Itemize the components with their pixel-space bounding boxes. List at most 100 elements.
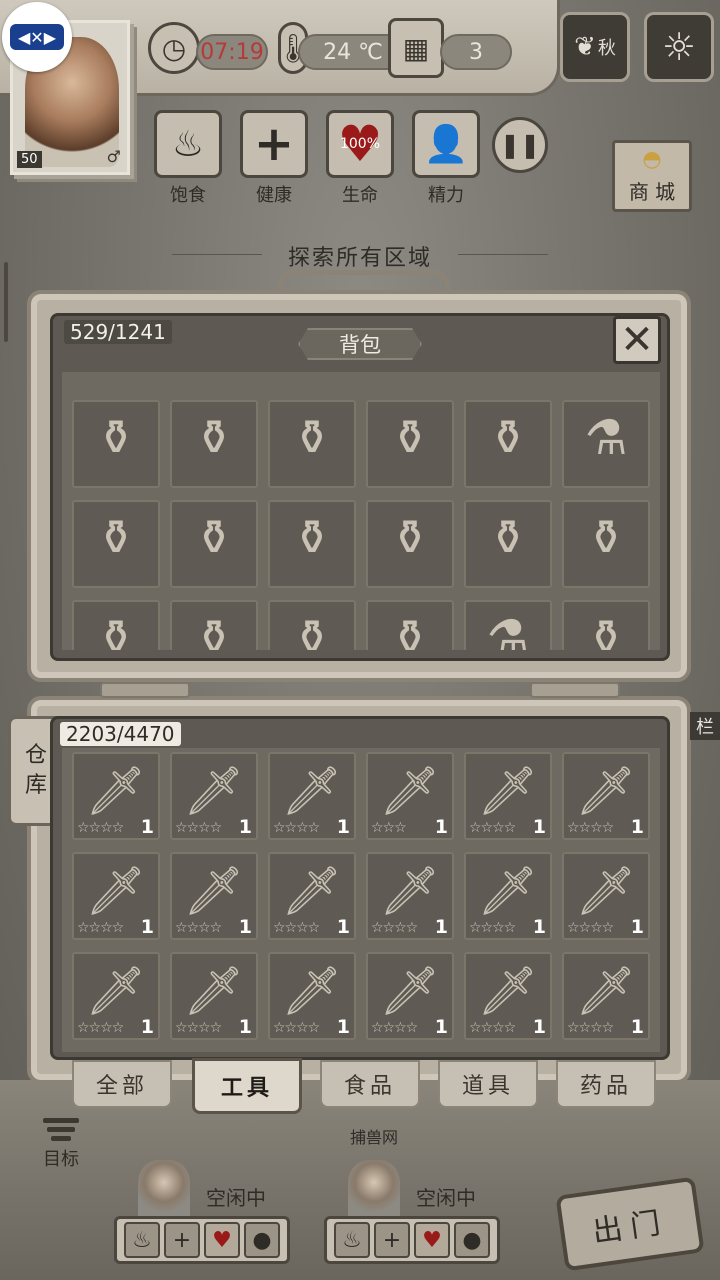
warehouse-slot[interactable]: 🗡 ☆☆☆☆ 1 bbox=[464, 752, 552, 840]
backpack-slot[interactable]: ⚱ bbox=[170, 400, 258, 488]
backpack-slot[interactable]: ⚱ bbox=[562, 600, 650, 650]
warehouse-slot[interactable]: 🗡 ☆☆☆☆ 1 bbox=[72, 952, 160, 1040]
knife-icon: 🗡 bbox=[575, 863, 637, 919]
tab-all[interactable]: 全部 bbox=[72, 1060, 172, 1108]
backpack-slot[interactable]: ⚱ bbox=[72, 400, 160, 488]
companion-stats: ♨ + ♥ ● bbox=[114, 1216, 290, 1264]
backpack-slot[interactable]: ⚱ bbox=[170, 500, 258, 588]
side-tab-label[interactable]: 栏 bbox=[690, 712, 720, 740]
knife-icon: 🗡 bbox=[183, 863, 245, 919]
backpack-slot[interactable]: ⚱ bbox=[72, 500, 160, 588]
flask-icon: ⚱ bbox=[487, 410, 529, 466]
backpack-slot[interactable]: ⚱ bbox=[268, 600, 356, 650]
flask-icon: ⚱ bbox=[193, 610, 235, 650]
backpack-slot[interactable]: ⚱ bbox=[366, 600, 454, 650]
warehouse-slot[interactable]: 🗡 ☆☆☆☆ 1 bbox=[366, 852, 454, 940]
trap-net-label[interactable]: 捕兽网 bbox=[350, 1124, 398, 1148]
heart-icon: ♥ bbox=[204, 1222, 240, 1258]
warehouse-slot[interactable]: 🗡 ☆☆☆☆ 1 bbox=[562, 852, 650, 940]
person-silhouette-icon: ● bbox=[244, 1222, 280, 1258]
energy-button[interactable]: 👤 bbox=[412, 110, 480, 178]
flask-icon: ⚱ bbox=[585, 610, 627, 650]
app-overlay-badge[interactable]: ◀✕▶ bbox=[2, 2, 72, 72]
satiety-label: 饱食 bbox=[170, 185, 206, 206]
quality-stars: ☆☆☆☆ bbox=[77, 1020, 124, 1036]
stomach-icon: ♨ bbox=[171, 123, 205, 165]
backpack-slot[interactable]: ⚱ bbox=[268, 400, 356, 488]
flask-icon: ⚱ bbox=[487, 510, 529, 566]
backpack-slot[interactable]: ⚗ bbox=[464, 600, 552, 650]
item-quantity: 1 bbox=[336, 1016, 350, 1038]
knife-icon: 🗡 bbox=[477, 863, 539, 919]
satiety-button[interactable]: ♨ bbox=[154, 110, 222, 178]
warehouse-slot[interactable]: 🗡 ☆☆☆☆ 1 bbox=[268, 952, 356, 1040]
warehouse-slot[interactable]: 🗡 ☆☆☆☆ 1 bbox=[366, 952, 454, 1040]
season-button[interactable]: ❦ 秋 bbox=[560, 12, 630, 82]
plus-icon: + bbox=[164, 1222, 200, 1258]
shop-label: 商 城 bbox=[628, 180, 676, 204]
backpack-slot[interactable]: ⚗ bbox=[562, 400, 650, 488]
health-label: 健康 bbox=[256, 185, 292, 206]
backpack-slot[interactable]: ⚱ bbox=[464, 500, 552, 588]
knife-icon: 🗡 bbox=[183, 763, 245, 819]
warehouse-slot[interactable]: 🗡 ☆☆☆☆ 1 bbox=[268, 852, 356, 940]
flask-icon: ⚱ bbox=[95, 610, 137, 650]
warehouse-slot[interactable]: 🗡 ☆☆☆☆ 1 bbox=[170, 852, 258, 940]
warehouse-slot[interactable]: 🗡 ☆☆☆☆ 1 bbox=[72, 852, 160, 940]
warehouse-slot[interactable]: 🗡 ☆☆☆☆ 1 bbox=[464, 852, 552, 940]
backpack-slot[interactable]: ⚱ bbox=[170, 600, 258, 650]
warehouse-slot[interactable]: 🗡 ☆☆☆☆ 1 bbox=[464, 952, 552, 1040]
quality-stars: ☆☆☆☆ bbox=[469, 820, 516, 836]
goal-button[interactable]: 目标 bbox=[36, 1118, 86, 1171]
backpack-slot[interactable]: ⚱ bbox=[464, 400, 552, 488]
companion-card[interactable]: 空闲中 ♨ + ♥ ● bbox=[114, 1160, 290, 1264]
quality-stars: ☆☆☆☆ bbox=[371, 920, 418, 936]
settings-button[interactable]: ☼ bbox=[644, 12, 714, 82]
warehouse-slot[interactable]: 🗡 ☆☆☆☆ 1 bbox=[170, 952, 258, 1040]
item-quantity: 1 bbox=[238, 1016, 252, 1038]
backpack-slot[interactable]: ⚱ bbox=[562, 500, 650, 588]
backpack-slot[interactable]: ⚱ bbox=[72, 600, 160, 650]
companion-status: 空闲中 bbox=[206, 1186, 266, 1210]
knife-icon: 🗡 bbox=[575, 763, 637, 819]
tab-tools[interactable]: 工具 bbox=[192, 1058, 302, 1114]
health-button[interactable]: + bbox=[240, 110, 308, 178]
pause-button[interactable]: ❚❚ bbox=[492, 117, 548, 173]
companion-card[interactable]: 空闲中 ♨ + ♥ ● bbox=[324, 1160, 500, 1264]
knife-icon: 🗡 bbox=[281, 963, 343, 1019]
item-quantity: 1 bbox=[336, 816, 350, 838]
tab-props[interactable]: 道具 bbox=[438, 1060, 538, 1108]
flask-icon: ⚱ bbox=[95, 410, 137, 466]
knife-icon: 🗡 bbox=[575, 963, 637, 1019]
warehouse-slot[interactable]: 🗡 ☆☆☆ 1 bbox=[366, 752, 454, 840]
tab-food[interactable]: 食品 bbox=[320, 1060, 420, 1108]
day-counter: 3 bbox=[440, 34, 512, 70]
knife-icon: 🗡 bbox=[477, 763, 539, 819]
backpack-slot[interactable]: ⚱ bbox=[268, 500, 356, 588]
item-quantity: 1 bbox=[238, 916, 252, 938]
life-button[interactable]: ♥ 100% bbox=[326, 110, 394, 178]
scroll-indicator bbox=[4, 262, 8, 342]
tab-medicine[interactable]: 药品 bbox=[556, 1060, 656, 1108]
companion-stats: ♨ + ♥ ● bbox=[324, 1216, 500, 1264]
warehouse-slot[interactable]: 🗡 ☆☆☆☆ 1 bbox=[72, 752, 160, 840]
warehouse-tab-label-2: 库 bbox=[24, 773, 47, 798]
backpack-slot[interactable]: ⚱ bbox=[366, 500, 454, 588]
quality-stars: ☆☆☆☆ bbox=[273, 920, 320, 936]
warehouse-slot[interactable]: 🗡 ☆☆☆☆ 1 bbox=[268, 752, 356, 840]
quality-stars: ☆☆☆☆ bbox=[77, 820, 124, 836]
warehouse-slot[interactable]: 🗡 ☆☆☆☆ 1 bbox=[562, 752, 650, 840]
knife-icon: 🗡 bbox=[281, 763, 343, 819]
knife-icon: 🗡 bbox=[85, 963, 147, 1019]
shop-button[interactable]: ◓ 商 城 bbox=[612, 140, 692, 212]
item-quantity: 1 bbox=[140, 916, 154, 938]
quality-stars: ☆☆☆☆ bbox=[567, 1020, 614, 1036]
close-button[interactable]: ✕ bbox=[613, 316, 661, 364]
flask-icon: ⚱ bbox=[193, 510, 235, 566]
quality-stars: ☆☆☆☆ bbox=[273, 1020, 320, 1036]
warehouse-slot[interactable]: 🗡 ☆☆☆☆ 1 bbox=[562, 952, 650, 1040]
warehouse-slot[interactable]: 🗡 ☆☆☆☆ 1 bbox=[170, 752, 258, 840]
knife-icon: 🗡 bbox=[379, 863, 441, 919]
backpack-slot[interactable]: ⚱ bbox=[366, 400, 454, 488]
round-flask-icon: ⚗ bbox=[486, 610, 530, 650]
